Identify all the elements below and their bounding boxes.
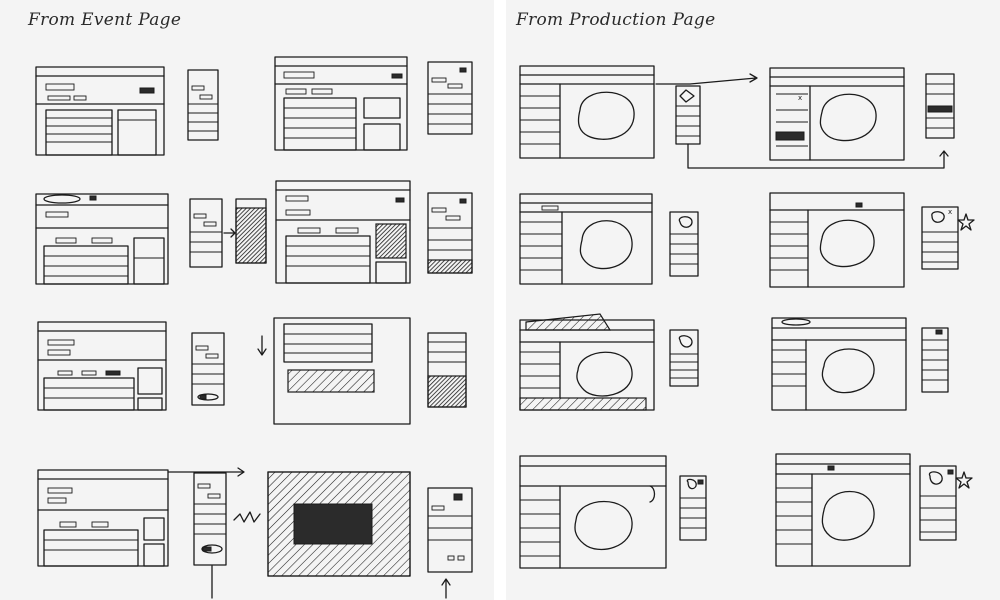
- left-r4-desktop-a: [37, 467, 245, 567]
- right-r4-desktop-a: [519, 455, 667, 569]
- right-r4-mobile-b: [919, 465, 973, 541]
- right-r4-desktop-b: [775, 453, 911, 567]
- right-r1-arrow-to-desktop: [655, 73, 758, 85]
- right-r3-mobile-a: [669, 329, 699, 387]
- left-r1-mobile-b: [427, 61, 473, 135]
- right-r1-mobile-a: [675, 85, 949, 169]
- right-r1-mobile-b: [925, 73, 955, 139]
- right-r4-mobile-a: [679, 475, 707, 541]
- right-r3-mobile-b: [921, 327, 949, 393]
- right-r1-desktop-a: [519, 65, 655, 159]
- right-r3-desktop-b: [771, 317, 907, 411]
- left-r2-mobile-a: [189, 198, 236, 268]
- left-r1-desktop-a: [35, 66, 165, 156]
- left-r4-mobile-b: [427, 487, 473, 599]
- right-r1-desktop-b: x: [769, 67, 905, 161]
- left-r3-desktop-a: [37, 321, 167, 411]
- right-r2-desktop-b: [769, 192, 905, 288]
- left-r2-desktop-a: [35, 193, 169, 285]
- left-r4-desktop-overlay: [267, 471, 411, 577]
- left-r1-mobile-a: [187, 69, 219, 141]
- right-r3-desktop-a: [519, 313, 655, 411]
- left-r4-mobile-a: [193, 472, 227, 599]
- left-r3-desktop-modal: [273, 317, 411, 425]
- right-r2-mobile-b: x: [921, 206, 975, 270]
- svg-text:x: x: [948, 208, 952, 216]
- left-r1-desktop-b: [274, 56, 408, 151]
- wireframe-sketches: x x: [35, 56, 975, 599]
- svg-text:x: x: [798, 94, 802, 102]
- left-r3-arrow-icon: [257, 335, 267, 356]
- left-r3-mobile-b: [427, 332, 467, 408]
- right-r2-desktop-a: [519, 193, 653, 285]
- left-r3-mobile-a: [191, 332, 225, 406]
- left-r2-mobile-search: [235, 198, 267, 264]
- left-r2-mobile-b: [427, 192, 473, 274]
- left-r2-desktop-b: [275, 180, 411, 284]
- left-r4-squiggle: [233, 511, 261, 523]
- right-r2-mobile-a: [669, 211, 699, 277]
